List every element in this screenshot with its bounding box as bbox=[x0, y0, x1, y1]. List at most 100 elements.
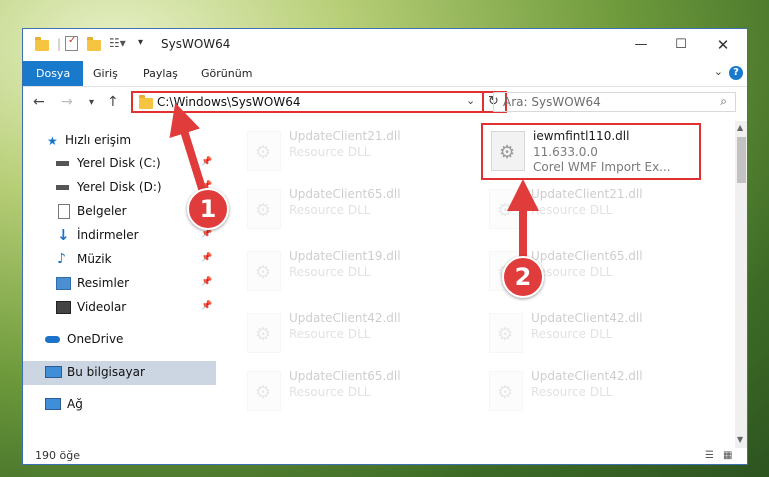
sidebar-item-quick-access[interactable]: ★ Hızlı erişim bbox=[23, 130, 216, 152]
close-button[interactable]: ✕ bbox=[703, 33, 743, 57]
sidebar-item-network[interactable]: Ağ bbox=[23, 394, 216, 416]
forward-button[interactable]: → bbox=[61, 94, 73, 110]
network-icon bbox=[45, 398, 61, 410]
list-item[interactable]: ⚙ UpdateClient42.dll Resource DLL bbox=[481, 307, 701, 359]
address-dropdown-icon[interactable]: ⌄ bbox=[466, 94, 475, 107]
tab-home[interactable]: Giriş bbox=[85, 61, 126, 86]
help-icon[interactable]: ? bbox=[729, 66, 743, 80]
music-icon: ♪ bbox=[57, 251, 66, 267]
sidebar-item-pictures[interactable]: Resimler 📌 bbox=[23, 273, 216, 295]
sidebar-item-this-pc[interactable]: Bu bilgisayar bbox=[23, 361, 216, 385]
list-item[interactable]: ⚙ UpdateClient42.dll Resource DLL bbox=[481, 365, 701, 417]
item-count: 190 öğe bbox=[35, 449, 80, 462]
gear-icon: ⚙ bbox=[255, 142, 272, 163]
step-2-badge: 2 bbox=[502, 256, 544, 298]
file-item-iewmfintl110[interactable]: ⚙ iewmfintl110.dll 11.633.0.0 Corel WMF … bbox=[481, 123, 701, 180]
dll-file-icon: ⚙ bbox=[247, 131, 281, 171]
search-placeholder: Ara: SysWOW64 bbox=[503, 95, 601, 109]
pin-icon: 📌 bbox=[201, 277, 213, 287]
computer-icon bbox=[45, 366, 62, 378]
minimize-icon: — bbox=[634, 37, 648, 52]
gear-icon: ⚙ bbox=[497, 324, 514, 345]
star-icon: ★ bbox=[47, 134, 58, 148]
status-bar: 190 öğe ☰ ▦ bbox=[23, 448, 747, 464]
drive-icon bbox=[56, 161, 69, 166]
properties-icon[interactable]: ✓ bbox=[65, 35, 78, 51]
address-bar[interactable]: C:\Windows\SysWOW64 ⌄ bbox=[131, 91, 484, 113]
dll-file-icon: ⚙ bbox=[247, 371, 281, 411]
list-item[interactable]: ⚙ UpdateClient21.dll Resource DLL bbox=[481, 183, 701, 235]
gear-icon: ⚙ bbox=[255, 324, 272, 345]
customize-quick-access-icon[interactable]: ☷▾ bbox=[109, 36, 126, 52]
dll-file-icon: ⚙ bbox=[489, 189, 523, 229]
videos-icon bbox=[56, 301, 71, 314]
drive-icon bbox=[56, 185, 69, 190]
dll-file-icon: ⚙ bbox=[491, 131, 525, 171]
window-title: SysWOW64 bbox=[161, 37, 231, 51]
pin-icon: 📌 bbox=[201, 253, 213, 263]
separator: | bbox=[57, 37, 62, 51]
sidebar-item-onedrive[interactable]: OneDrive bbox=[23, 329, 216, 351]
pin-icon: 📌 bbox=[201, 301, 213, 311]
gear-icon: ⚙ bbox=[255, 382, 272, 403]
tab-view[interactable]: Görünüm bbox=[193, 61, 260, 86]
navigation-bar: ← → ▾ ↑ C:\Windows\SysWOW64 ⌄ ↻ Ara: Sys… bbox=[23, 87, 747, 119]
maximize-button[interactable]: ☐ bbox=[661, 33, 701, 57]
minimize-button[interactable]: — bbox=[621, 33, 661, 57]
pictures-icon bbox=[56, 277, 71, 290]
navigation-pane: ★ Hızlı erişim Yerel Disk (C:) 📌 Yerel D… bbox=[23, 121, 216, 448]
gear-icon: ⚙ bbox=[497, 200, 514, 221]
search-icon: ⌕ bbox=[720, 94, 727, 108]
sidebar-item-videos[interactable]: Videolar 📌 bbox=[23, 297, 216, 319]
arrow-up-icon: ↑ bbox=[107, 94, 119, 110]
step-1-badge: 1 bbox=[187, 188, 229, 230]
recent-locations-button[interactable]: ▾ bbox=[89, 97, 94, 108]
title-bar: | ✓ ☷▾ ▾ SysWOW64 — ☐ ✕ bbox=[23, 29, 747, 61]
up-button[interactable]: ↑ bbox=[107, 94, 119, 110]
vertical-scrollbar[interactable]: ▲ ▼ bbox=[735, 121, 747, 448]
list-item[interactable]: ⚙ UpdateClient19.dll Resource DLL bbox=[239, 245, 459, 297]
list-item[interactable]: ⚙ UpdateClient65.dll Resource DLL bbox=[239, 365, 459, 417]
new-folder-icon[interactable] bbox=[87, 37, 101, 51]
download-icon: ↓ bbox=[57, 226, 70, 244]
tiles-view-icon[interactable]: ▦ bbox=[723, 450, 732, 461]
pin-icon: 📌 bbox=[201, 157, 213, 167]
folder-icon bbox=[35, 37, 49, 51]
sidebar-item-downloads[interactable]: ↓ İndirmeler 📌 bbox=[23, 225, 216, 247]
tab-share[interactable]: Paylaş bbox=[135, 61, 186, 86]
back-button[interactable]: ← bbox=[33, 94, 45, 110]
dll-file-icon: ⚙ bbox=[489, 371, 523, 411]
list-item[interactable]: ⚙ UpdateClient42.dll Resource DLL bbox=[239, 307, 459, 359]
sidebar-item-local-disk-d[interactable]: Yerel Disk (D:) 📌 bbox=[23, 177, 216, 199]
scroll-down-icon[interactable]: ▼ bbox=[737, 435, 743, 444]
gear-icon: ⚙ bbox=[499, 142, 516, 163]
gear-icon: ⚙ bbox=[497, 382, 514, 403]
tab-file[interactable]: Dosya bbox=[23, 61, 84, 86]
list-item[interactable]: ⚙ UpdateClient21.dll Resource DLL bbox=[239, 125, 459, 177]
gear-icon: ⚙ bbox=[255, 200, 272, 221]
dll-file-icon: ⚙ bbox=[247, 313, 281, 353]
address-path: C:\Windows\SysWOW64 bbox=[157, 95, 301, 109]
dll-file-icon: ⚙ bbox=[247, 189, 281, 229]
arrow-left-icon: ← bbox=[33, 94, 45, 110]
chevron-down-icon[interactable]: ▾ bbox=[138, 37, 143, 53]
ribbon: Dosya Giriş Paylaş Görünüm ⌄ ? bbox=[23, 61, 747, 87]
sidebar-item-music[interactable]: ♪ Müzik 📌 bbox=[23, 249, 216, 271]
explorer-window: | ✓ ☷▾ ▾ SysWOW64 — ☐ ✕ Dosya Giriş Payl… bbox=[22, 28, 748, 465]
list-item[interactable]: ⚙ UpdateClient65.dll Resource DLL bbox=[239, 183, 459, 235]
sidebar-item-local-disk-c[interactable]: Yerel Disk (C:) 📌 bbox=[23, 153, 216, 175]
search-input[interactable]: Ara: SysWOW64 ⌕ bbox=[493, 92, 736, 112]
close-icon: ✕ bbox=[716, 36, 730, 54]
file-list: ⚙ UpdateClient21.dll Resource DLL ⚙ Upda… bbox=[219, 121, 735, 448]
scroll-up-icon[interactable]: ▲ bbox=[737, 123, 743, 132]
scrollbar-thumb[interactable] bbox=[737, 137, 746, 183]
gear-icon: ⚙ bbox=[255, 262, 272, 283]
cloud-icon bbox=[45, 336, 60, 343]
pin-icon: 📌 bbox=[201, 229, 213, 239]
details-view-icon[interactable]: ☰ bbox=[705, 450, 714, 461]
chevron-down-icon: ▾ bbox=[89, 97, 95, 108]
dll-file-icon: ⚙ bbox=[489, 313, 523, 353]
documents-icon bbox=[58, 204, 70, 219]
expand-ribbon-icon[interactable]: ⌄ bbox=[714, 65, 723, 78]
dll-file-icon: ⚙ bbox=[247, 251, 281, 291]
